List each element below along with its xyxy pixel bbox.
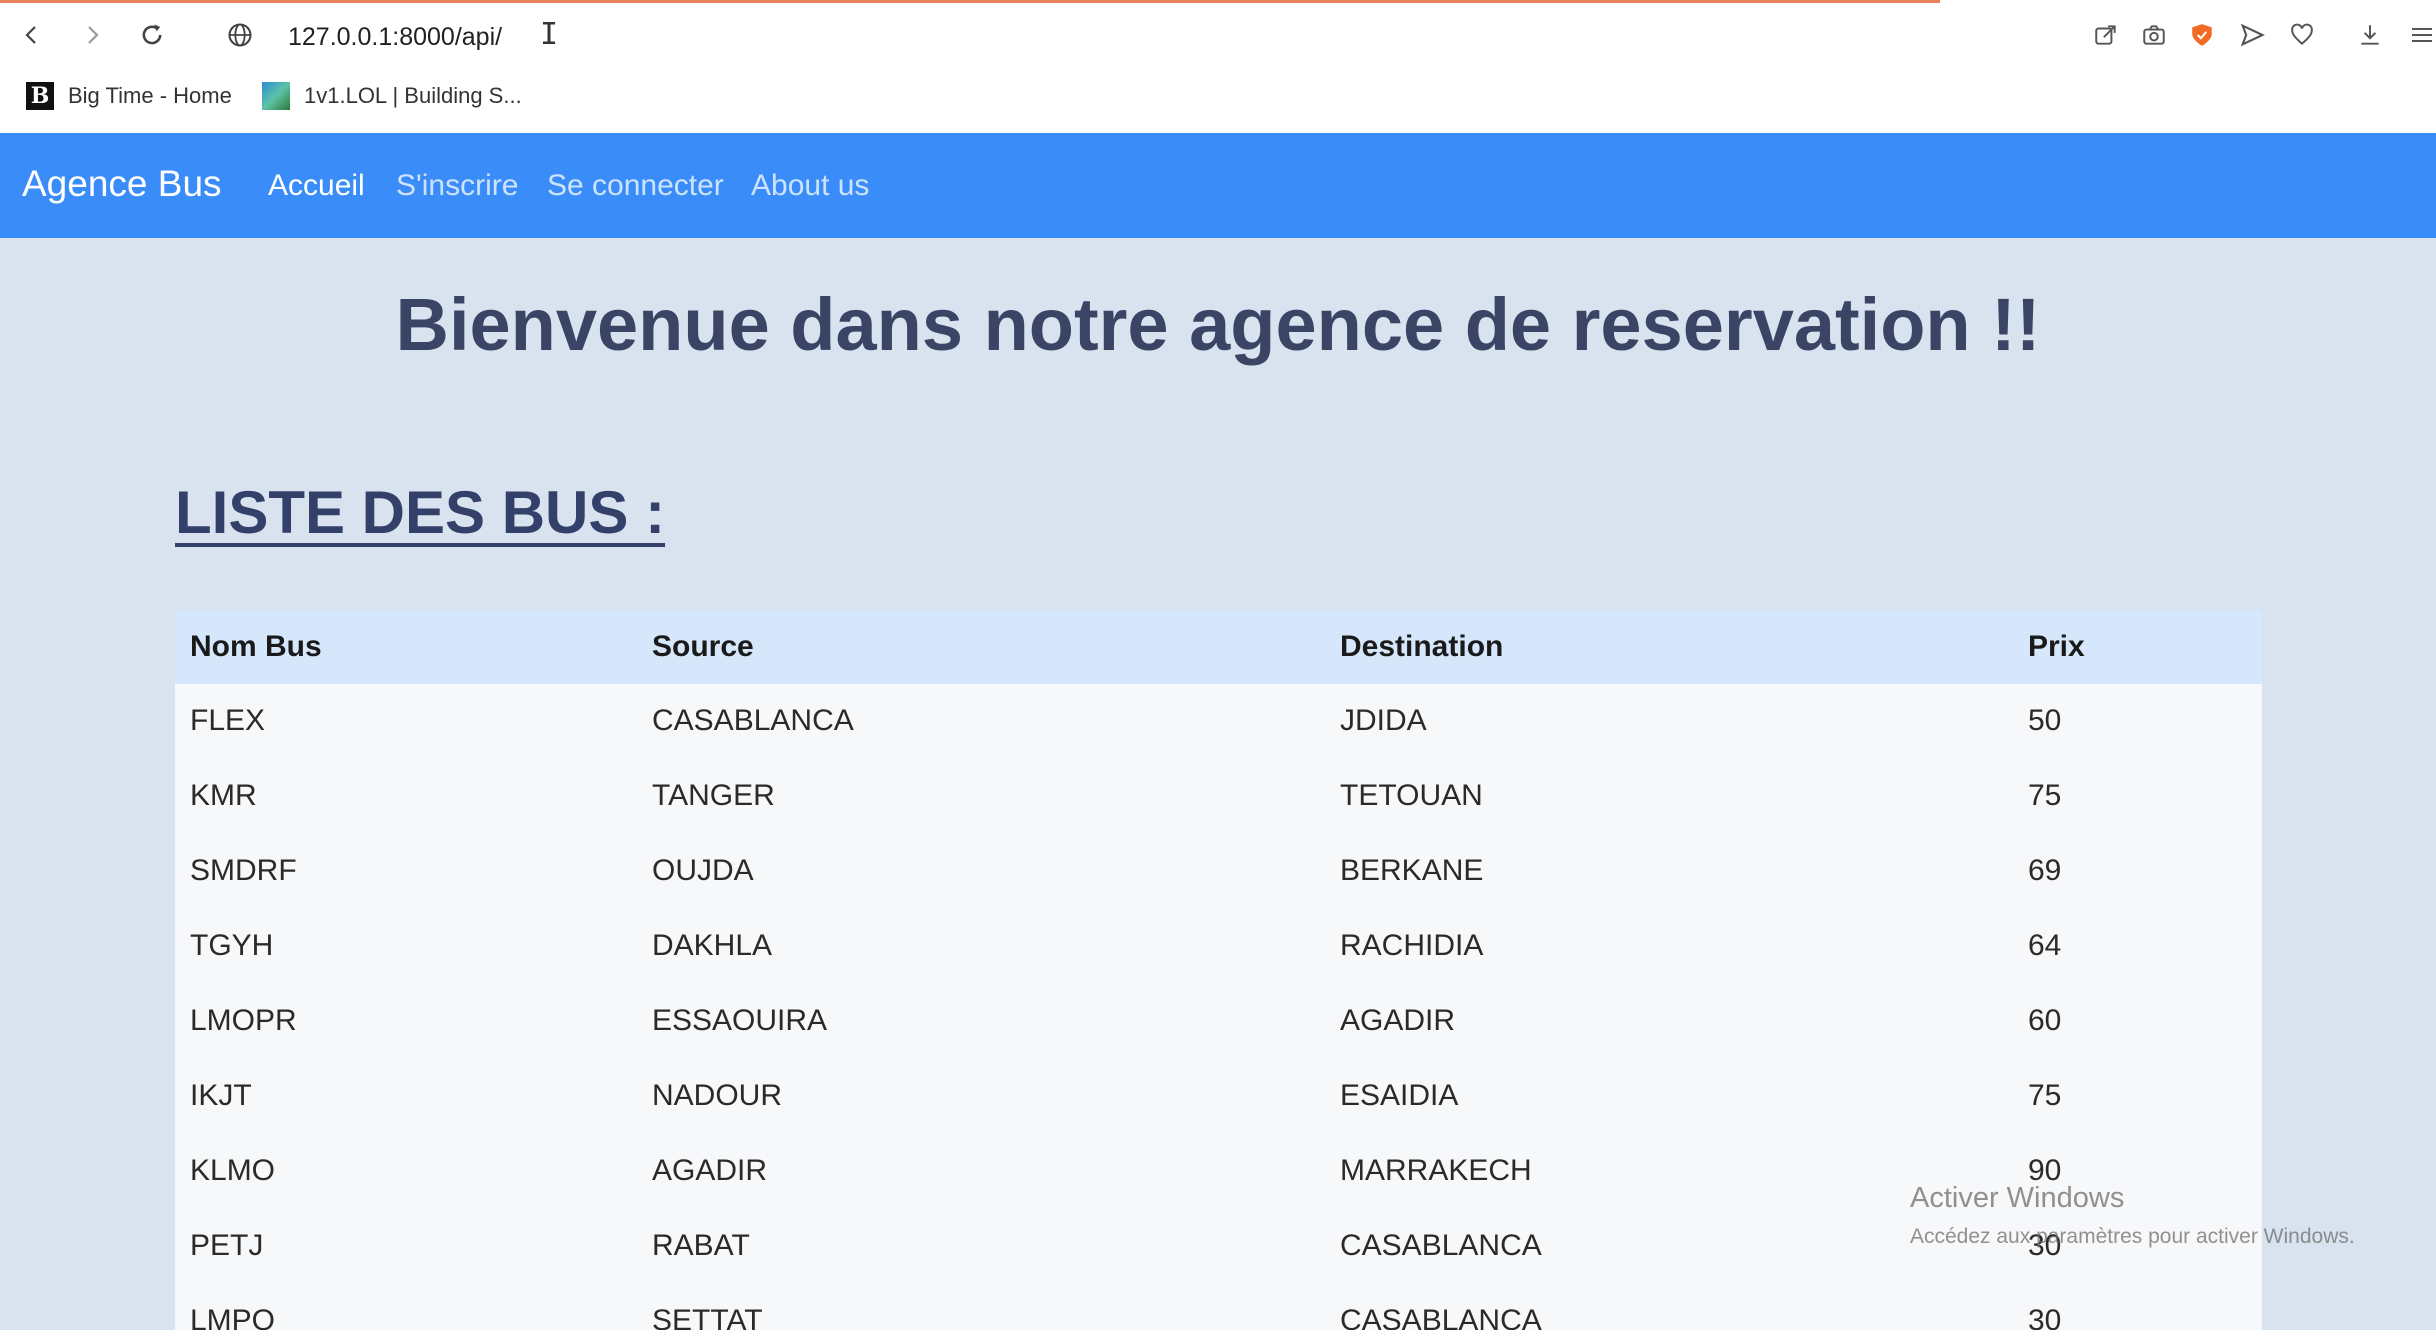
nav-link-connecter[interactable]: Se connecter [547,169,724,203]
nav-link-about[interactable]: About us [751,169,869,203]
forward-icon[interactable] [74,17,110,53]
table-row: TGYH DAKHLA RACHIDIA 64 [175,909,2262,984]
text-cursor-icon: I [540,17,559,52]
column-header-nom-bus: Nom Bus [190,630,322,663]
site-info-globe-icon[interactable] [222,17,258,53]
cell-prix: 30 [2028,1304,2062,1330]
cell-source: NADOUR [652,1079,783,1112]
cell-prix: 69 [2028,854,2062,887]
address-bar-url[interactable]: 127.0.0.1:8000/api/ [288,23,502,52]
bookmark-label: 1v1.LOL | Building S... [304,83,522,108]
cell-destination: CASABLANCA [1340,1304,1542,1330]
cell-nom-bus: FLEX [190,704,266,737]
column-header-destination: Destination [1340,630,1504,663]
cell-source: RABAT [652,1229,750,1262]
big-time-favicon-icon: B [26,82,54,110]
watermark-subtitle: Accédez aux paramètres pour activer Wind… [1910,1225,2355,1248]
cell-destination: JDIDA [1340,704,1427,737]
cell-nom-bus: LMOPR [190,1004,297,1037]
cell-source: AGADIR [652,1154,768,1187]
cell-source: TANGER [652,779,775,812]
back-icon[interactable] [14,17,50,53]
1v1lol-favicon-icon [262,82,290,110]
browser-chrome: 127.0.0.1:8000/api/ I B Big Time - Home [0,0,2436,133]
cell-destination: TETOUAN [1340,779,1483,812]
table-row: SMDRF OUJDA BERKANE 69 [175,834,2262,909]
nav-link-inscrire[interactable]: S'inscrire [396,169,518,203]
cell-destination: BERKANE [1340,854,1484,887]
bookmark-big-time[interactable]: B Big Time - Home [26,82,232,110]
navbar-brand[interactable]: Agence Bus [22,163,222,205]
column-header-prix: Prix [2028,630,2085,663]
browser-toolbar: 127.0.0.1:8000/api/ I [0,3,2436,71]
cell-source: CASABLANCA [652,704,854,737]
shield-icon[interactable] [2184,17,2220,53]
send-icon[interactable] [2234,17,2270,53]
table-row: FLEX CASABLANCA JDIDA 50 [175,684,2262,759]
watermark-title: Activer Windows [1910,1182,2125,1214]
cell-destination: MARRAKECH [1340,1154,1532,1187]
cell-destination: ESAIDIA [1340,1079,1459,1112]
table-row: LMPO SETTAT CASABLANCA 30 [175,1284,2262,1330]
cell-source: DAKHLA [652,929,773,962]
cell-prix: 60 [2028,1004,2062,1037]
cell-prix: 75 [2028,779,2062,812]
cell-destination: CASABLANCA [1340,1229,1542,1262]
cell-nom-bus: IKJT [190,1079,252,1112]
camera-icon[interactable] [2136,17,2172,53]
cell-nom-bus: PETJ [190,1229,264,1262]
cell-prix: 50 [2028,704,2062,737]
share-icon[interactable] [2088,17,2124,53]
nav-link-accueil[interactable]: Accueil [268,169,365,203]
cell-source: OUJDA [652,854,754,887]
cell-nom-bus: KMR [190,779,257,812]
cell-nom-bus: SMDRF [190,854,297,887]
cell-nom-bus: LMPO [190,1304,276,1330]
section-title: LISTE DES BUS : [175,479,666,546]
table-header-row: Nom Bus Source Destination Prix [175,610,2262,684]
cell-destination: RACHIDIA [1340,929,1484,962]
reload-icon[interactable] [134,17,170,53]
cell-source: SETTAT [652,1304,763,1330]
bookmarks-bar: B Big Time - Home 1v1.LOL | Building S..… [0,78,2436,120]
bookmark-1v1lol[interactable]: 1v1.LOL | Building S... [262,82,522,110]
cell-destination: AGADIR [1340,1004,1456,1037]
heart-icon[interactable] [2284,17,2320,53]
table-row: LMOPR ESSAOUIRA AGADIR 60 [175,984,2262,1059]
cell-nom-bus: KLMO [190,1154,276,1187]
cell-prix: 75 [2028,1079,2062,1112]
cell-nom-bus: TGYH [190,929,274,962]
column-header-source: Source [652,630,754,663]
download-icon[interactable] [2352,17,2388,53]
page-headline: Bienvenue dans notre agence de reservati… [395,283,2041,366]
table-row: KMR TANGER TETOUAN 75 [175,759,2262,834]
cell-prix: 64 [2028,929,2062,962]
table-row: IKJT NADOUR ESAIDIA 75 [175,1059,2262,1134]
menu-icon[interactable] [2410,17,2436,53]
windows-activation-watermark: Activer Windows Accédez aux paramètres p… [1910,1182,2355,1249]
bookmark-label: Big Time - Home [68,83,232,108]
site-navbar: Agence Bus Accueil S'inscrire Se connect… [0,133,2436,238]
cell-source: ESSAOUIRA [652,1004,828,1037]
